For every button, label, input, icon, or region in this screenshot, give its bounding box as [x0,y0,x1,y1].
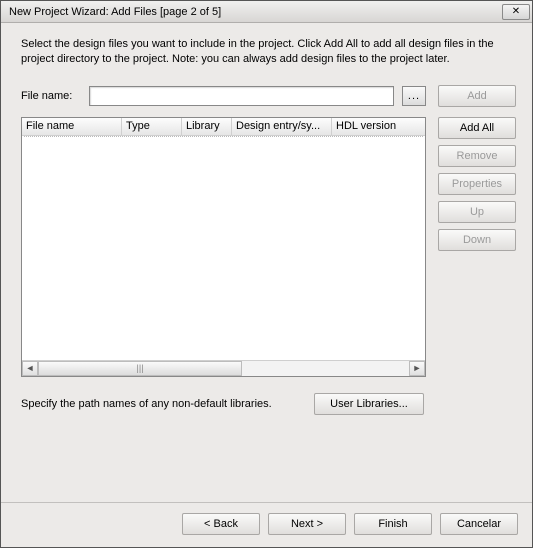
scroll-track[interactable]: ||| [38,361,409,376]
col-design-entry[interactable]: Design entry/sy... [232,118,332,135]
col-type[interactable]: Type [122,118,182,135]
libraries-text: Specify the path names of any non-defaul… [21,398,272,410]
cancel-button[interactable]: Cancelar [440,513,518,535]
col-hdl-version[interactable]: HDL version [332,118,425,135]
side-buttons: Add All Remove Properties Up Down [438,117,516,377]
filename-row: File name: ... Add [21,85,516,107]
next-button[interactable]: Next > [268,513,346,535]
file-table: File name Type Library Design entry/sy..… [21,117,426,377]
properties-button[interactable]: Properties [438,173,516,195]
table-header: File name Type Library Design entry/sy..… [22,118,425,136]
dialog-window: New Project Wizard: Add Files [page 2 of… [0,0,533,548]
table-body[interactable] [22,136,425,360]
scroll-right-icon[interactable]: ► [409,361,425,376]
file-table-wrap: File name Type Library Design entry/sy..… [21,117,426,377]
user-libraries-button[interactable]: User Libraries... [314,393,424,415]
window-title: New Project Wizard: Add Files [page 2 of… [9,6,502,18]
close-icon: ✕ [512,7,520,17]
back-button[interactable]: < Back [182,513,260,535]
filename-label: File name: [21,90,81,102]
up-button[interactable]: Up [438,201,516,223]
scroll-left-icon[interactable]: ◄ [22,361,38,376]
scroll-thumb[interactable]: ||| [38,361,242,376]
add-button[interactable]: Add [438,85,516,107]
col-library[interactable]: Library [182,118,232,135]
browse-label: ... [408,90,420,102]
footer: < Back Next > Finish Cancelar [1,502,532,547]
horizontal-scrollbar[interactable]: ◄ ||| ► [22,360,425,376]
remove-button[interactable]: Remove [438,145,516,167]
close-button[interactable]: ✕ [502,4,530,20]
main-row: File name Type Library Design entry/sy..… [21,117,516,377]
content-area: Select the design files you want to incl… [1,23,532,502]
add-all-button[interactable]: Add All [438,117,516,139]
browse-button[interactable]: ... [402,86,426,106]
libraries-row: Specify the path names of any non-defaul… [21,393,516,415]
col-file-name[interactable]: File name [22,118,122,135]
down-button[interactable]: Down [438,229,516,251]
instructions-text: Select the design files you want to incl… [21,37,516,67]
filename-input[interactable] [89,86,394,106]
finish-button[interactable]: Finish [354,513,432,535]
titlebar: New Project Wizard: Add Files [page 2 of… [1,1,532,23]
